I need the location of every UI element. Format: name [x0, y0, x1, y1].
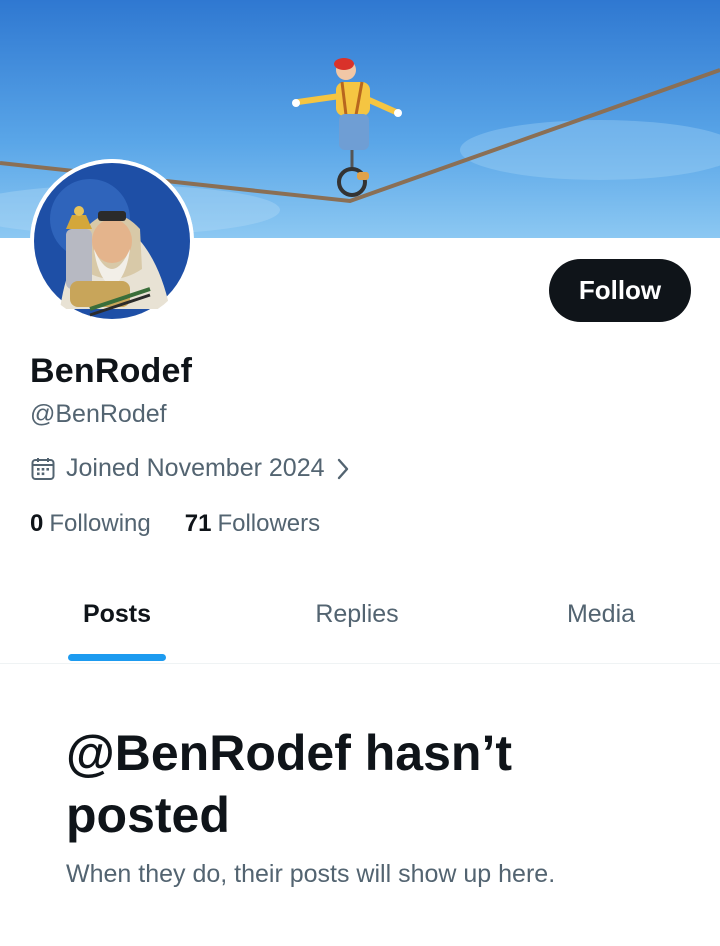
empty-state-subtitle: When they do, their posts will show up h… [66, 860, 556, 888]
following-count: 0 [30, 510, 44, 537]
tab-label: Media [566, 600, 636, 628]
follow-button[interactable]: Follow [549, 259, 691, 322]
tab-media[interactable]: Media [484, 580, 718, 663]
followers-stat[interactable]: 71 Followers [185, 510, 320, 538]
joined-date[interactable]: Joined November 2024 [30, 454, 351, 483]
avatar[interactable] [30, 159, 194, 323]
avatar-image [30, 159, 194, 323]
following-stat[interactable]: 0 Following [30, 510, 151, 538]
display-name: BenRodef [30, 352, 193, 390]
tab-label: Posts [82, 600, 152, 628]
profile-page: Follow BenRodef @BenRodef Joined Novembe… [0, 0, 720, 946]
profile-stats: 0 Following 71 Followers [30, 510, 320, 538]
joined-text: Joined November 2024 [66, 454, 325, 482]
following-label: Following [49, 510, 151, 537]
calendar-icon [30, 456, 56, 482]
chevron-right-icon [335, 456, 351, 482]
user-handle: @BenRodef [30, 400, 167, 428]
tab-posts[interactable]: Posts [0, 580, 234, 663]
active-tab-indicator [68, 654, 166, 661]
empty-state-title: @BenRodef hasn’t posted [66, 725, 512, 843]
tab-replies[interactable]: Replies [240, 580, 474, 663]
followers-label: Followers [217, 510, 321, 537]
profile-tabs: Posts Replies Media [0, 580, 720, 664]
tab-label: Replies [315, 600, 399, 628]
followers-count: 71 [184, 510, 212, 537]
